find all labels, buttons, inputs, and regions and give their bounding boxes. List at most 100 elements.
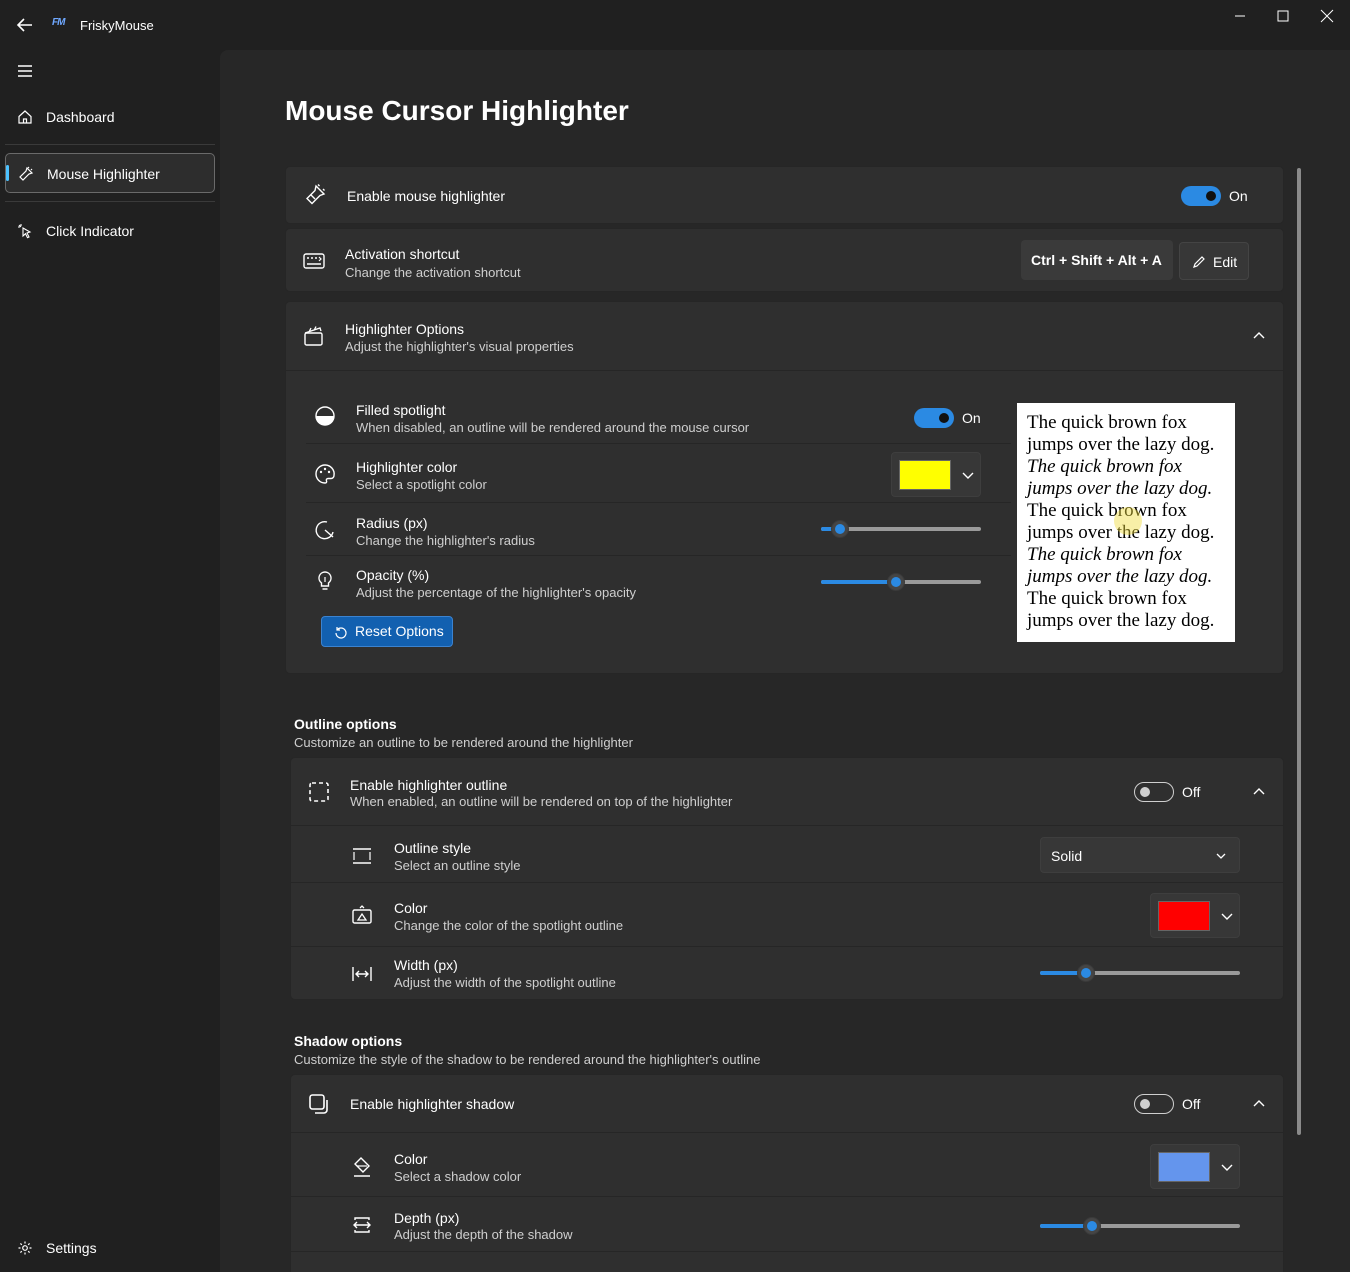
- back-arrow-icon[interactable]: [14, 14, 36, 36]
- preview-line: The quick brown fox: [1027, 456, 1182, 477]
- outline-color-picker[interactable]: [1150, 893, 1240, 938]
- sidebar-item-mouse-highlighter[interactable]: Mouse Highlighter: [5, 153, 215, 193]
- highlighter-options-subtitle: Adjust the highlighter's visual properti…: [345, 339, 574, 354]
- sidebar-item-dashboard[interactable]: Dashboard: [5, 97, 215, 137]
- sidebar-item-label: Click Indicator: [46, 223, 134, 239]
- radius-slider[interactable]: [821, 519, 981, 539]
- toggle-state-label: Off: [1182, 784, 1201, 800]
- outline-width-title: Width (px): [394, 957, 458, 973]
- shadow-color-row: Color Select a shadow color: [291, 1134, 1283, 1197]
- chevron-down-icon: [1216, 853, 1226, 859]
- highlighter-color-picker[interactable]: [891, 452, 981, 497]
- outline-color-title: Color: [394, 900, 428, 916]
- enable-highlighter-card: Enable mouse highlighter On: [285, 166, 1284, 224]
- color-swatch: [899, 460, 951, 490]
- chevron-down-icon: [1221, 1164, 1233, 1171]
- highlighter-color-row: Highlighter color Select a spotlight col…: [306, 445, 1011, 503]
- clapperboard-icon: [304, 326, 323, 346]
- sidebar: Dashboard Mouse Highlighter Click Indica…: [0, 50, 220, 1272]
- paint-bucket-icon: [354, 1157, 370, 1177]
- outline-style-row: Outline style Select an outline style So…: [291, 827, 1283, 883]
- title-bar: FM FriskyMouse: [0, 0, 1350, 50]
- keyboard-shortcut-icon: [303, 253, 325, 269]
- activation-shortcut-subtitle: Change the activation shortcut: [345, 265, 521, 280]
- enable-outline-title: Enable highlighter outline: [350, 777, 508, 793]
- page-title: Mouse Cursor Highlighter: [285, 95, 629, 126]
- highlighter-preview: The quick brown fox jumps over the lazy d…: [1017, 403, 1235, 642]
- outline-color-row: Color Change the color of the spotlight …: [291, 884, 1283, 947]
- app-title: FriskyMouse: [80, 18, 154, 33]
- half-circle-icon: [315, 406, 335, 426]
- color-swatch: [1158, 901, 1210, 931]
- depth-arrows-icon: [353, 1217, 371, 1233]
- enable-shadow-title: Enable highlighter shadow: [350, 1096, 515, 1112]
- color-swatch: [1158, 1152, 1210, 1182]
- close-icon[interactable]: [1315, 6, 1339, 26]
- shadow-section-subtitle: Customize the style of the shadow to be …: [294, 1052, 761, 1067]
- dashed-square-icon: [309, 782, 329, 802]
- preview-line: jumps over the lazy dog.: [1027, 434, 1215, 455]
- radius-row: Radius (px) Change the highlighter's rad…: [306, 504, 1011, 556]
- outline-style-title: Outline style: [394, 840, 472, 856]
- radius-icon: [315, 520, 334, 540]
- minimize-icon[interactable]: [1228, 6, 1252, 26]
- outline-style-select[interactable]: Solid: [1040, 837, 1240, 873]
- reset-options-button[interactable]: Reset Options: [321, 616, 453, 647]
- preview-line: jumps over the lazy dog.: [1027, 566, 1213, 587]
- shadow-color-subtitle: Select a shadow color: [394, 1169, 522, 1184]
- flashlight-icon: [19, 166, 34, 181]
- cursor-click-icon: [18, 224, 32, 239]
- enable-outline-toggle[interactable]: [1134, 782, 1174, 802]
- sidebar-item-settings[interactable]: Settings: [5, 1228, 215, 1268]
- width-arrows-icon: [352, 967, 372, 981]
- shadow-options-card: Enable highlighter shadow Off Color Sele…: [290, 1074, 1284, 1272]
- maximize-icon[interactable]: [1271, 6, 1295, 26]
- shadow-depth-subtitle: Adjust the depth of the shadow: [394, 1227, 573, 1242]
- shadow-depth-title: Depth (px): [394, 1210, 460, 1226]
- outline-width-subtitle: Adjust the width of the spotlight outlin…: [394, 975, 616, 990]
- highlighter-color-title: Highlighter color: [356, 459, 458, 475]
- enable-shadow-toggle[interactable]: [1134, 1094, 1174, 1114]
- radius-title: Radius (px): [356, 515, 428, 531]
- sidebar-item-click-indicator[interactable]: Click Indicator: [5, 211, 215, 251]
- preview-line: jumps over the lazy dog.: [1027, 610, 1215, 631]
- shadow-depth-slider[interactable]: [1040, 1216, 1240, 1236]
- outline-section-subtitle: Customize an outline to be rendered arou…: [294, 735, 633, 750]
- chevron-up-icon[interactable]: [1251, 784, 1267, 800]
- filled-spotlight-title: Filled spotlight: [356, 402, 446, 418]
- outline-options-card: Enable highlighter outline When enabled,…: [290, 757, 1284, 1000]
- shadow-color-picker[interactable]: [1150, 1144, 1240, 1189]
- activation-shortcut-title: Activation shortcut: [345, 246, 460, 262]
- enable-shadow-row: Enable highlighter shadow Off: [291, 1075, 1283, 1133]
- shadow-square-icon: [309, 1094, 328, 1114]
- menu-icon[interactable]: [14, 62, 36, 80]
- scrollbar[interactable]: [1297, 168, 1301, 1135]
- pencil-icon: [1193, 256, 1205, 268]
- outline-width-row: Width (px) Adjust the width of the spotl…: [291, 948, 1283, 1000]
- highlighter-color-subtitle: Select a spotlight color: [356, 477, 487, 492]
- edit-shortcut-button[interactable]: Edit: [1179, 242, 1249, 280]
- radius-subtitle: Change the highlighter's radius: [356, 533, 535, 548]
- shadow-section-title: Shadow options: [294, 1033, 403, 1049]
- paint-fill-icon: [352, 905, 372, 924]
- lightbulb-icon: [318, 571, 332, 590]
- preview-line: The quick brown fox: [1027, 412, 1187, 433]
- shortcut-keys: Ctrl + Shift + Alt + A: [1031, 252, 1162, 268]
- outline-width-slider[interactable]: [1040, 963, 1240, 983]
- sidebar-item-label: Dashboard: [46, 109, 115, 125]
- palette-icon: [315, 464, 335, 484]
- gear-icon: [18, 1241, 32, 1255]
- preview-line: jumps over the lazy dog.: [1027, 478, 1213, 499]
- highlighter-options-title: Highlighter Options: [345, 321, 465, 337]
- enable-highlighter-toggle[interactable]: [1181, 186, 1221, 206]
- edit-label: Edit: [1213, 254, 1238, 270]
- opacity-slider[interactable]: [821, 572, 981, 592]
- sidebar-item-label: Mouse Highlighter: [47, 166, 160, 182]
- outline-style-icon: [353, 848, 371, 864]
- chevron-up-icon[interactable]: [1251, 328, 1267, 344]
- filled-spotlight-toggle[interactable]: [914, 408, 954, 428]
- shadow-color-title: Color: [394, 1151, 428, 1167]
- highlighter-options-header[interactable]: Highlighter Options Adjust the highlight…: [286, 302, 1283, 371]
- app-logo: FM: [52, 17, 65, 28]
- chevron-up-icon[interactable]: [1251, 1096, 1267, 1112]
